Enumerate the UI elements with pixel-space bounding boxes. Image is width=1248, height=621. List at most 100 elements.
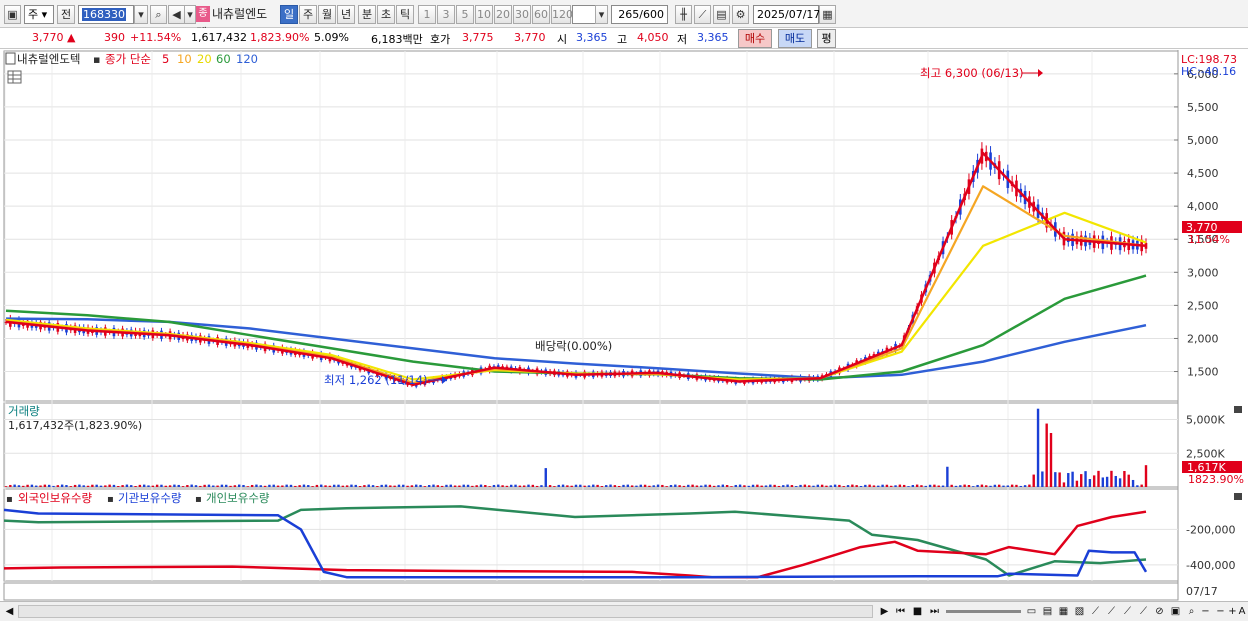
interval-60[interactable]: 60 [532, 5, 550, 24]
legend-institution[interactable]: 기관보유수량 [118, 491, 182, 505]
period-tick[interactable]: 틱 [396, 5, 414, 24]
zoom-out-icon[interactable]: − [1198, 604, 1213, 619]
interval-3[interactable]: 3 [437, 5, 455, 24]
high-annotation: 최고 6,300 (06/13) [920, 66, 1024, 80]
interval-1[interactable]: 1 [418, 5, 436, 24]
fast-forward-icon[interactable]: ⏭ [927, 604, 942, 619]
holding-close-icon[interactable] [1234, 493, 1242, 500]
volume-bar [738, 484, 742, 487]
volume-value: 1,617,432 [191, 31, 247, 44]
interval-10[interactable]: 10 [475, 5, 493, 24]
legend-ma-60[interactable]: 60 [216, 52, 231, 66]
stock-code-input[interactable]: 168330 [78, 5, 134, 24]
volume-bar [484, 484, 487, 487]
legend-ma-20[interactable]: 20 [197, 52, 212, 66]
interval-120[interactable]: 120 [551, 5, 573, 24]
count-field[interactable]: 265/600 [611, 5, 668, 24]
volume-panel[interactable] [3, 402, 1179, 488]
volume-bar [622, 484, 625, 487]
volume-bar [26, 484, 29, 487]
volume-close-icon[interactable] [1234, 406, 1242, 413]
search-icon[interactable]: ⌕ [150, 5, 167, 24]
period-minute[interactable]: 분 [358, 5, 376, 24]
buy-button[interactable]: 매수 [738, 29, 772, 48]
period-day[interactable]: 일 [280, 5, 298, 24]
scroll-left-icon[interactable]: ◀ [2, 604, 17, 619]
tool-icon-1[interactable]: ▭ [1024, 604, 1039, 619]
tool-icon-2[interactable]: ▤ [1040, 604, 1055, 619]
turnover: 5.09% [314, 31, 349, 44]
volume-bar [134, 486, 137, 487]
tool-icon-4[interactable]: ▧ [1072, 604, 1087, 619]
legend-ma-5[interactable]: 5 [162, 52, 169, 66]
code-dropdown-icon[interactable]: ▾ [134, 5, 148, 24]
chart-area[interactable]: 6,000 5,500 5,000 4,500 4,000 3,500 3,000 2,500… [0, 50, 1248, 602]
calendar-icon[interactable]: ▦ [819, 5, 836, 24]
tool-icon-8[interactable]: ⟋ [1136, 604, 1151, 619]
scroll-track[interactable] [18, 605, 873, 618]
volume-bar [933, 484, 936, 487]
volume-bar [1114, 475, 1117, 487]
text-size-icon[interactable]: A [1236, 604, 1248, 619]
volume-bar [1131, 479, 1135, 487]
volume-bar [838, 484, 841, 487]
volume-bar [186, 485, 189, 487]
period-second[interactable]: 초 [377, 5, 395, 24]
window-icon[interactable]: ▣ [4, 5, 21, 24]
volume-bar [389, 485, 392, 487]
period-week[interactable]: 주 [299, 5, 317, 24]
tool-icon-10[interactable]: ▣ [1168, 604, 1183, 619]
volume-bar [652, 485, 655, 487]
volume-tick-label: 5,000K [1186, 414, 1225, 427]
volume-bar [1067, 473, 1070, 487]
speaker-dropdown-icon[interactable]: ▾ [184, 5, 196, 24]
gear-icon[interactable]: ⚙ [732, 5, 749, 24]
volume-bar [345, 485, 349, 487]
table-view-icon[interactable] [7, 70, 22, 84]
custom-interval-dropdown-icon[interactable]: ▾ [595, 5, 608, 24]
zoom-slider[interactable] [946, 610, 1021, 613]
legend-foreign[interactable]: 외국인보유수량 [18, 491, 92, 505]
bid-price: 3,770 [514, 31, 546, 44]
prev-button[interactable]: 전 [57, 5, 75, 24]
market-select[interactable]: 주 ▾ [24, 5, 54, 24]
volume-bar [307, 485, 310, 487]
count-value: 265 [618, 8, 640, 21]
legend-ma-10[interactable]: 10 [177, 52, 192, 66]
interval-30[interactable]: 30 [513, 5, 531, 24]
volume-bar [674, 484, 677, 487]
volume-bar [337, 484, 340, 487]
interval-5[interactable]: 5 [456, 5, 474, 24]
tool-icon-7[interactable]: ⟋ [1120, 604, 1135, 619]
volume-bar [203, 484, 206, 487]
legend-ma-120[interactable]: 120 [236, 52, 258, 66]
legend-individual[interactable]: 개인보유수량 [206, 491, 270, 505]
volume-bar [795, 486, 798, 487]
zoom-search-icon[interactable]: ⌕ [1184, 604, 1199, 619]
volume-bar [859, 485, 863, 487]
period-year[interactable]: 년 [337, 5, 355, 24]
volume-bar [669, 485, 673, 487]
stop-icon[interactable]: ■ [910, 604, 925, 619]
volume-bar [199, 485, 202, 487]
legend-stock-name[interactable]: 내츄럴엔도텍 [17, 52, 80, 66]
legend-ma-type[interactable]: 종가 단순 [105, 52, 151, 66]
interval-20[interactable]: 20 [494, 5, 512, 24]
chart-svg[interactable]: 6,0005,5005,0004,5004,0003,5003,0002,500… [0, 50, 1248, 602]
rewind-icon[interactable]: ⏮ [893, 604, 908, 619]
volume-bar [458, 485, 461, 487]
speaker-icon[interactable]: ◀ [168, 5, 185, 24]
scroll-right-icon[interactable]: ▶ [877, 604, 892, 619]
date-field[interactable]: 2025/07/17 [753, 5, 820, 24]
tool-icon-3[interactable]: ▦ [1056, 604, 1071, 619]
candle-icon[interactable]: ╫ [675, 5, 692, 24]
eval-button[interactable]: 평 [817, 29, 836, 48]
sell-button[interactable]: 매도 [778, 29, 812, 48]
save-icon[interactable]: ▤ [713, 5, 730, 24]
tool-icon-9[interactable]: ⊘ [1152, 604, 1167, 619]
tool-icon-6[interactable]: ⟋ [1104, 604, 1119, 619]
tool-icon-5[interactable]: ⟋ [1088, 604, 1103, 619]
volume-bar [1032, 474, 1035, 487]
line-style-icon[interactable]: ⟋ [694, 5, 711, 24]
period-month[interactable]: 월 [318, 5, 336, 24]
